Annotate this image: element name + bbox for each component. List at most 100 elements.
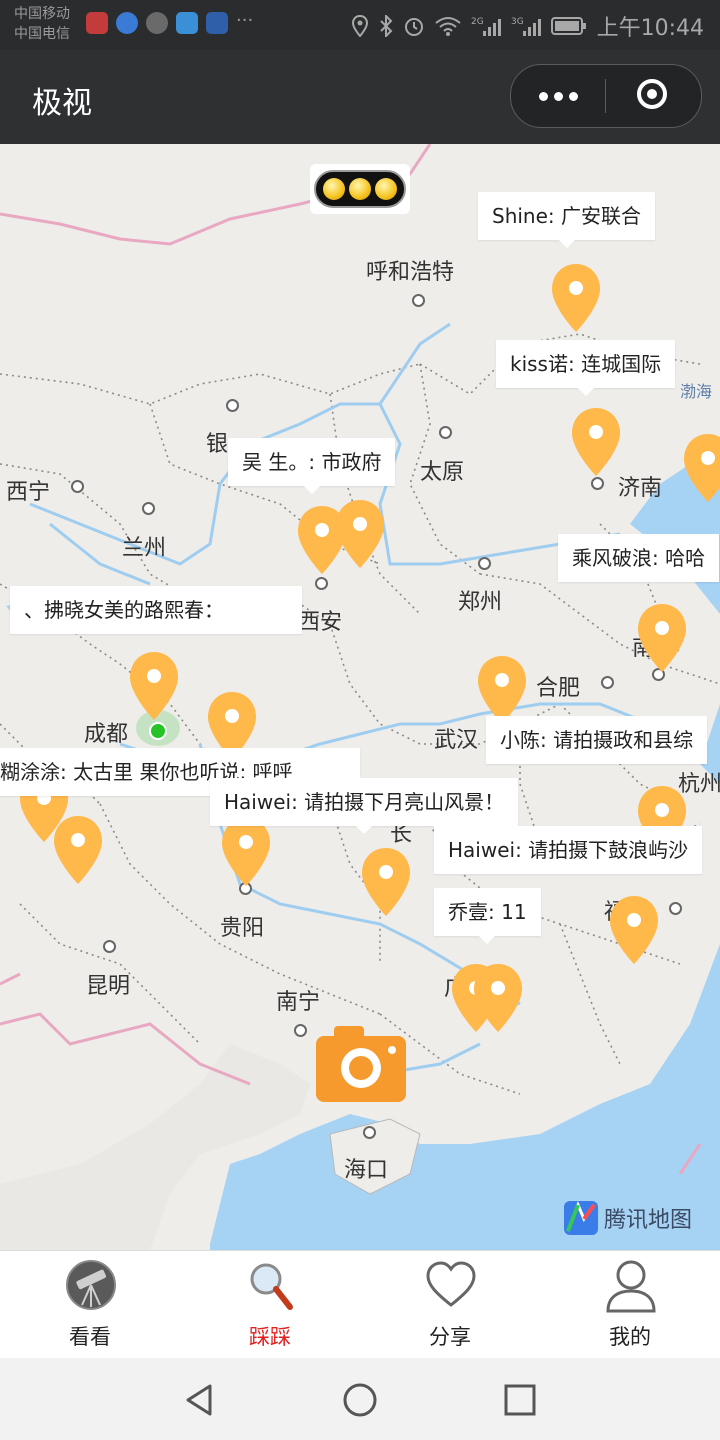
status-bar: 中国移动 中国电信 ··· 2G 3G 上午10:44 xyxy=(0,0,720,50)
city-dot xyxy=(363,1126,376,1139)
bluetooth-icon xyxy=(379,15,393,37)
marker-callout[interactable]: kiss诺: 连城国际 xyxy=(496,340,676,396)
city-label: 兰州 xyxy=(122,536,167,561)
app-header: 极视 xyxy=(0,50,720,144)
status-right: 2G 3G 上午10:44 xyxy=(351,10,704,42)
marker-callout[interactable]: 吴 生。: 市政府 xyxy=(228,438,396,494)
marker-callout[interactable]: 小陈: 请拍摄政和县综 xyxy=(486,716,708,764)
tab-label: 我的 xyxy=(609,1325,651,1349)
system-nav-bar xyxy=(0,1358,720,1440)
tencent-map-logo-icon xyxy=(564,1201,598,1235)
city-dot xyxy=(71,480,84,493)
map-view[interactable]: 呼和浩特 太原 济南 西宁 兰州 银 郑州 西安 合肥 成都 武汉 杭州 贵阳 … xyxy=(0,144,720,1250)
svg-text:2G: 2G xyxy=(471,17,484,27)
heart-icon xyxy=(426,1261,476,1307)
magnifier-icon xyxy=(250,1263,293,1310)
location-icon xyxy=(351,15,368,37)
city-dot xyxy=(591,477,604,490)
tab-wode[interactable]: 我的 xyxy=(540,1251,720,1359)
carrier-2: 中国电信 xyxy=(14,26,70,42)
marker-callout[interactable]: Shine: 广安联合 xyxy=(478,192,656,248)
tab-label: 踩踩 xyxy=(249,1325,291,1349)
battery-icon xyxy=(550,17,586,35)
city-dot xyxy=(315,577,328,590)
map-pin[interactable] xyxy=(636,602,688,674)
capsule-divider xyxy=(605,79,606,113)
marker-callout[interactable]: 乔壹: 11 xyxy=(434,888,541,944)
tab-kankan[interactable]: 看看 xyxy=(0,1251,180,1359)
city-dot xyxy=(103,940,116,953)
marker-callout[interactable]: 乘风破浪: 哈哈 xyxy=(558,534,720,582)
home-icon[interactable] xyxy=(342,1382,378,1418)
traffic-light-icon[interactable] xyxy=(310,164,410,214)
city-dot xyxy=(412,294,425,307)
chat-app-icon xyxy=(146,12,168,34)
video-app-icon xyxy=(86,12,108,34)
city-label: 呼和浩特 xyxy=(366,260,455,285)
telegram-app-icon xyxy=(176,12,198,34)
more-dots-icon[interactable] xyxy=(511,65,605,127)
map-pin[interactable] xyxy=(682,432,720,504)
city-dot xyxy=(142,502,155,515)
map-provider-label: 腾讯地图 xyxy=(604,1208,693,1233)
city-label: 郑州 xyxy=(458,590,503,615)
city-dot xyxy=(439,426,452,439)
recents-icon[interactable] xyxy=(502,1382,538,1418)
map-pin[interactable] xyxy=(608,894,660,966)
city-label: 合肥 xyxy=(536,676,581,701)
svg-text:3G: 3G xyxy=(511,17,524,27)
map-pin[interactable] xyxy=(128,650,180,722)
browser-app-icon xyxy=(116,12,138,34)
user-icon xyxy=(606,1260,656,1313)
camera-icon[interactable] xyxy=(316,1024,406,1102)
miniprogram-capsule xyxy=(510,64,702,128)
signal-2g-icon: 2G xyxy=(471,17,501,36)
back-icon[interactable] xyxy=(182,1382,218,1418)
tab-caicai[interactable]: 踩踩 xyxy=(180,1251,360,1359)
current-location-dot xyxy=(149,722,167,740)
map-pin[interactable] xyxy=(220,816,272,888)
carrier-info: 中国移动 中国电信 xyxy=(14,4,70,44)
tab-fenxiang[interactable]: 分享 xyxy=(360,1251,540,1359)
marker-callout[interactable]: 、拂晓女美的路熙春： xyxy=(10,586,302,634)
city-dot xyxy=(669,902,682,915)
clock: 上午10:44 xyxy=(596,16,704,41)
city-label: 成都 xyxy=(84,722,129,747)
tab-label: 看看 xyxy=(69,1325,111,1349)
notification-icons: ··· xyxy=(86,12,253,34)
city-label: 银 xyxy=(206,432,229,457)
city-label: 昆明 xyxy=(86,974,131,999)
map-pin[interactable] xyxy=(472,962,524,1034)
tab-label: 分享 xyxy=(429,1325,471,1349)
city-dot xyxy=(226,399,239,412)
sea-label: 渤海 xyxy=(680,382,713,401)
page-title: 极视 xyxy=(32,86,92,121)
city-label: 西宁 xyxy=(6,480,51,505)
marker-callout[interactable]: Haiwei: 请拍摄下鼓浪屿沙 xyxy=(434,826,703,874)
city-dot xyxy=(478,557,491,570)
map-pin[interactable] xyxy=(360,846,412,918)
more-notifications-icon: ··· xyxy=(236,10,254,31)
city-label: 海口 xyxy=(344,1158,389,1183)
map-pin[interactable] xyxy=(570,406,622,478)
signal-3g-icon: 3G xyxy=(511,17,541,36)
tencent-map-logo: 腾讯地图 xyxy=(564,1200,692,1236)
target-close-icon[interactable] xyxy=(637,79,667,109)
carrier-1: 中国移动 xyxy=(14,6,70,22)
mail-app-icon xyxy=(206,12,228,34)
map-pin[interactable] xyxy=(334,498,386,570)
city-label: 贵阳 xyxy=(220,916,265,941)
map-pin[interactable] xyxy=(550,262,602,334)
alarm-icon xyxy=(404,18,423,36)
tab-bar: 看看 踩踩 分享 我的 xyxy=(0,1250,720,1358)
city-label: 济南 xyxy=(618,476,663,501)
marker-callout[interactable]: Haiwei: 请拍摄下月亮山风景！ xyxy=(210,778,519,834)
city-label: 太原 xyxy=(420,460,465,485)
city-dot xyxy=(294,1024,307,1037)
telescope-icon xyxy=(66,1260,116,1310)
city-label: 南宁 xyxy=(276,990,321,1015)
city-label: 西安 xyxy=(298,610,343,635)
city-label: 武汉 xyxy=(434,728,479,753)
map-pin[interactable] xyxy=(52,814,104,886)
wifi-icon xyxy=(434,17,461,36)
